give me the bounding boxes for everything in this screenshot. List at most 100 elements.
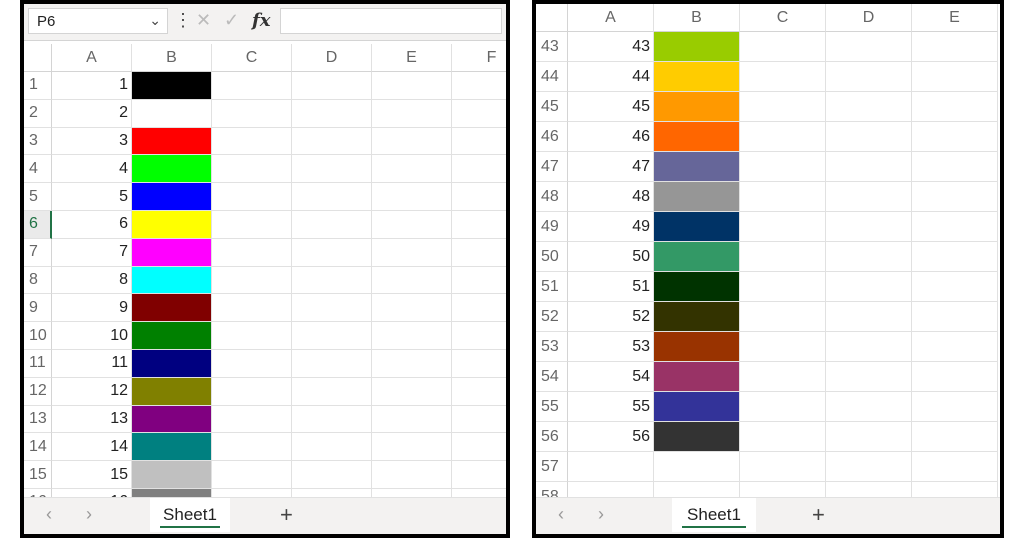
cell-d2[interactable] — [292, 99, 372, 128]
cell-f8[interactable] — [452, 267, 506, 295]
color-swatch-b46[interactable] — [654, 122, 740, 152]
cell-e54[interactable] — [912, 362, 998, 392]
cell-d47[interactable] — [826, 152, 912, 182]
color-swatch-b47[interactable] — [654, 152, 740, 182]
cell-f9[interactable] — [452, 294, 506, 323]
color-swatch-b50[interactable] — [654, 242, 740, 272]
cell-c53[interactable] — [740, 332, 826, 362]
cell-e10[interactable] — [372, 322, 452, 350]
color-swatch-b5[interactable] — [132, 183, 212, 211]
chevron-left-icon[interactable]: ‹ — [558, 504, 564, 525]
cell-f12[interactable] — [452, 378, 506, 406]
cell-d6[interactable] — [292, 211, 372, 239]
cell-a54[interactable]: 54 — [568, 362, 654, 392]
cell-c13[interactable] — [212, 405, 292, 434]
cell-a2[interactable]: 2 — [52, 99, 132, 128]
cell-a3[interactable]: 3 — [52, 127, 132, 156]
name-box[interactable]: P6 ⌄ — [28, 8, 168, 34]
row-header-4[interactable]: 4 — [24, 155, 52, 184]
cell-e8[interactable] — [372, 266, 452, 295]
color-swatch-b49[interactable] — [654, 212, 740, 242]
formula-input[interactable] — [280, 8, 502, 34]
chevron-right-icon[interactable]: › — [598, 504, 604, 525]
cell-c2[interactable] — [212, 99, 292, 128]
cell-c45[interactable] — [740, 92, 826, 122]
cell-f4[interactable] — [452, 155, 506, 184]
color-swatch-b53[interactable] — [654, 332, 740, 362]
cell-d56[interactable] — [826, 422, 912, 452]
row-header-54[interactable]: 54 — [536, 362, 568, 392]
row-header-14[interactable]: 14 — [24, 433, 52, 462]
cell-f3[interactable] — [452, 128, 506, 156]
cell-d49[interactable] — [826, 212, 912, 242]
color-swatch-b6[interactable] — [132, 211, 212, 239]
cell-a55[interactable]: 55 — [568, 392, 654, 422]
row-header-44[interactable]: 44 — [536, 62, 568, 92]
plus-icon[interactable]: + — [280, 502, 293, 528]
cell-e55[interactable] — [912, 392, 998, 422]
row-header-3[interactable]: 3 — [24, 127, 52, 156]
column-header-b[interactable]: B — [132, 44, 212, 72]
row-header-9[interactable]: 9 — [24, 294, 52, 323]
cell-a6[interactable]: 6 — [52, 211, 132, 239]
cell-e45[interactable] — [912, 92, 998, 122]
color-swatch-b13[interactable] — [132, 405, 212, 434]
cell-e15[interactable] — [372, 461, 452, 489]
column-header-f[interactable]: F — [452, 44, 506, 72]
cell-d44[interactable] — [826, 62, 912, 92]
cell-e47[interactable] — [912, 152, 998, 182]
row-header-47[interactable]: 47 — [536, 152, 568, 182]
cell-a52[interactable]: 52 — [568, 302, 654, 332]
color-swatch-b14[interactable] — [132, 433, 212, 462]
cell-c54[interactable] — [740, 362, 826, 392]
row-header-49[interactable]: 49 — [536, 212, 568, 242]
cell-f13[interactable] — [452, 406, 506, 434]
cell-d9[interactable] — [292, 294, 372, 323]
cell-c15[interactable] — [212, 461, 292, 489]
cell-f14[interactable] — [452, 433, 506, 462]
cell-a5[interactable]: 5 — [52, 183, 132, 211]
cell-e48[interactable] — [912, 182, 998, 212]
cell-e12[interactable] — [372, 377, 452, 406]
cell-d14[interactable] — [292, 433, 372, 462]
cell-a10[interactable]: 10 — [52, 322, 132, 350]
cell-e13[interactable] — [372, 405, 452, 434]
row-header-53[interactable]: 53 — [536, 332, 568, 362]
chevron-left-icon[interactable]: ‹ — [46, 504, 52, 525]
color-swatch-b3[interactable] — [132, 127, 212, 156]
column-header-e[interactable]: E — [912, 4, 998, 32]
confirm-icon[interactable]: ✓ — [224, 10, 239, 31]
cell-d54[interactable] — [826, 362, 912, 392]
row-header-52[interactable]: 52 — [536, 302, 568, 332]
cell-c10[interactable] — [212, 322, 292, 350]
cell-d57[interactable] — [826, 452, 912, 482]
cell-a47[interactable]: 47 — [568, 152, 654, 182]
row-header-46[interactable]: 46 — [536, 122, 568, 152]
cell-e53[interactable] — [912, 332, 998, 362]
color-swatch-b7[interactable] — [132, 238, 212, 267]
cell-a12[interactable]: 12 — [52, 377, 132, 406]
color-swatch-b15[interactable] — [132, 461, 212, 489]
cell-d4[interactable] — [292, 155, 372, 184]
row-header-45[interactable]: 45 — [536, 92, 568, 122]
row-header-57[interactable]: 57 — [536, 452, 568, 482]
cell-a1[interactable]: 1 — [52, 72, 132, 100]
cell-c4[interactable] — [212, 155, 292, 184]
color-swatch-b11[interactable] — [132, 350, 212, 378]
cell-d50[interactable] — [826, 242, 912, 272]
column-header-d[interactable]: D — [292, 44, 372, 72]
cell-a15[interactable]: 15 — [52, 461, 132, 489]
cell-e2[interactable] — [372, 99, 452, 128]
cell-c6[interactable] — [212, 211, 292, 239]
cell-f7[interactable] — [452, 239, 506, 267]
cell-e44[interactable] — [912, 62, 998, 92]
cell-a44[interactable]: 44 — [568, 62, 654, 92]
cell-e50[interactable] — [912, 242, 998, 272]
cell-e7[interactable] — [372, 238, 452, 267]
cell-a11[interactable]: 11 — [52, 350, 132, 378]
row-header-11[interactable]: 11 — [24, 350, 52, 378]
cell-c50[interactable] — [740, 242, 826, 272]
cell-c56[interactable] — [740, 422, 826, 452]
cell-e5[interactable] — [372, 183, 452, 211]
more-options-icon[interactable]: ⋮ — [174, 10, 192, 31]
